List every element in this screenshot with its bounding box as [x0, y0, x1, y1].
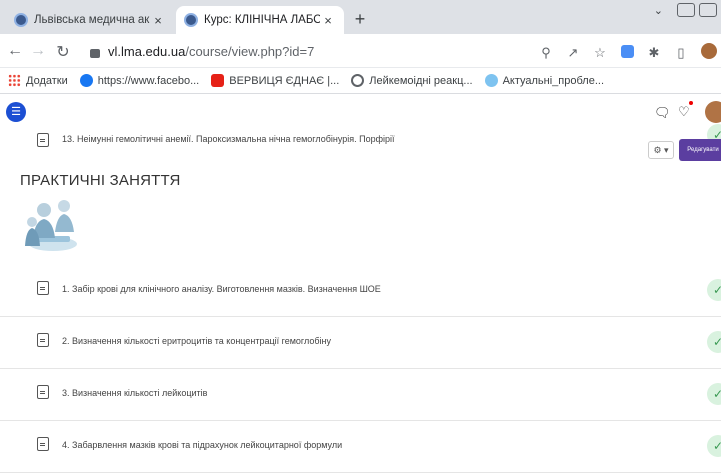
bookmark-label: https://www.facebo...	[97, 74, 200, 87]
activity-link[interactable]: 1. Забір крові для клінічного аналізу. В…	[62, 284, 381, 294]
section-illustration	[25, 200, 77, 251]
bookmark-actual[interactable]: Актуальні_пробле...	[484, 74, 604, 87]
user-avatar[interactable]	[705, 101, 721, 123]
bookmark-label: ВЕРВИЦЯ ЄДНАЄ |...	[229, 74, 340, 87]
completion-check-icon[interactable]: ✓	[707, 435, 721, 457]
site-favicon-icon	[184, 13, 198, 27]
activity-row[interactable]: 1. Забір крові для клінічного аналізу. В…	[0, 265, 721, 317]
back-arrow-icon[interactable]: ←	[6, 42, 24, 60]
zoom-icon[interactable]: ⚲	[539, 45, 553, 61]
activity-row[interactable]: 4. Забарвлення мазків крові та підрахуно…	[0, 421, 721, 473]
bookmark-leukemoid[interactable]: Лейкемоідні реакц...	[351, 74, 473, 87]
page-icon	[37, 133, 49, 147]
completion-check-icon[interactable]: ✓	[707, 279, 721, 301]
bookmark-star-icon[interactable]: ☆	[593, 45, 607, 61]
edit-mode-button[interactable]: Редагувати	[679, 139, 721, 161]
bookmark-facebook[interactable]: https://www.facebo...	[79, 74, 200, 87]
extension-icon[interactable]	[620, 44, 634, 61]
extensions-puzzle-icon[interactable]: ✱	[647, 45, 661, 61]
side-panel-icon[interactable]: ▯	[674, 45, 688, 61]
activity-row[interactable]: 3. Визначення кількості лейкоцитів ✓	[0, 369, 721, 421]
window-controls: ⌄	[654, 3, 717, 17]
url-host: vl.lma.edu.ua	[108, 43, 186, 59]
activity-link[interactable]: 13. Неімунні гемолітичні анемії. Парокси…	[62, 134, 395, 144]
bookmark-label: Актуальні_пробле...	[502, 74, 604, 87]
tab-course[interactable]: Курс: КЛІНІЧНА ЛАБОРАТОРНА ×	[176, 6, 344, 34]
page-icon	[37, 281, 49, 295]
bookmark-youtube[interactable]: ВЕРВИЦЯ ЄДНАЄ |...	[211, 74, 339, 87]
page-icon	[37, 385, 49, 399]
forward-arrow-icon[interactable]: →	[29, 42, 47, 60]
activity-link[interactable]: 2. Визначення кількості еритроцитів та к…	[62, 336, 331, 346]
tab-title: Курс: КЛІНІЧНА ЛАБОРАТОРНА	[204, 14, 320, 26]
tab-title: Львівська медична академія ім	[34, 14, 150, 26]
tab-close-icon[interactable]: ×	[150, 13, 166, 28]
browser-tab-bar: Львівська медична академія ім × Курс: КЛ…	[0, 0, 721, 34]
minimize-icon[interactable]	[677, 3, 695, 17]
completion-check-icon[interactable]: ✓	[707, 383, 721, 405]
activity-link[interactable]: 3. Визначення кількості лейкоцитів	[62, 388, 207, 398]
bookmark-favicon	[484, 74, 498, 87]
page-icon	[37, 437, 49, 451]
page-icon	[37, 333, 49, 347]
notification-badge	[689, 101, 693, 105]
activity-row[interactable]: 2. Визначення кількості еритроцитів та к…	[0, 317, 721, 369]
youtube-icon	[211, 74, 225, 87]
address-bar: ← → ↻ vl.lma.edu.ua /course/view.php?id=…	[0, 34, 721, 68]
course-settings-button[interactable]: ⚙ ▾	[648, 141, 674, 159]
tab-search-chevron-icon[interactable]: ⌄	[654, 4, 663, 17]
new-tab-button[interactable]: +	[350, 9, 370, 29]
messages-icon[interactable]: 🗨	[654, 105, 671, 121]
url-field[interactable]: vl.lma.edu.ua /course/view.php?id=7	[82, 38, 550, 64]
completion-check-icon[interactable]: ✓	[707, 331, 721, 353]
bookmark-label: Додатки	[26, 74, 68, 87]
lock-icon	[90, 48, 100, 58]
site-favicon-icon	[14, 13, 28, 27]
profile-avatar-icon[interactable]	[701, 43, 717, 62]
activity-link[interactable]: 4. Забарвлення мазків крові та підрахуно…	[62, 440, 342, 450]
apps-grid-icon	[8, 74, 21, 87]
bookmark-apps[interactable]: Додатки	[8, 74, 68, 87]
tab-academy[interactable]: Львівська медична академія ім ×	[6, 6, 174, 34]
tab-close-icon[interactable]: ×	[320, 13, 336, 28]
bookmark-label: Лейкемоідні реакц...	[369, 74, 473, 87]
globe-icon	[351, 74, 365, 87]
reload-icon[interactable]: ↻	[54, 42, 72, 62]
section-title: ПРАКТИЧНІ ЗАНЯТТЯ	[20, 172, 181, 189]
course-index-button[interactable]: ☰	[6, 102, 26, 122]
activity-row-previous[interactable]: 13. Неімунні гемолітичні анемії. Парокси…	[0, 124, 721, 150]
share-icon[interactable]: ↗	[566, 45, 580, 61]
restore-icon[interactable]	[699, 3, 717, 17]
toolbar-icons: ⚲ ↗ ☆ ✱ ▯	[539, 43, 717, 62]
url-path: /course/view.php?id=7	[185, 43, 315, 59]
bookmarks-bar: Додатки https://www.facebo... ВЕРВИЦЯ ЄД…	[0, 68, 721, 94]
facebook-icon	[79, 74, 93, 87]
notifications-bell-icon[interactable]: ♡	[678, 104, 690, 120]
